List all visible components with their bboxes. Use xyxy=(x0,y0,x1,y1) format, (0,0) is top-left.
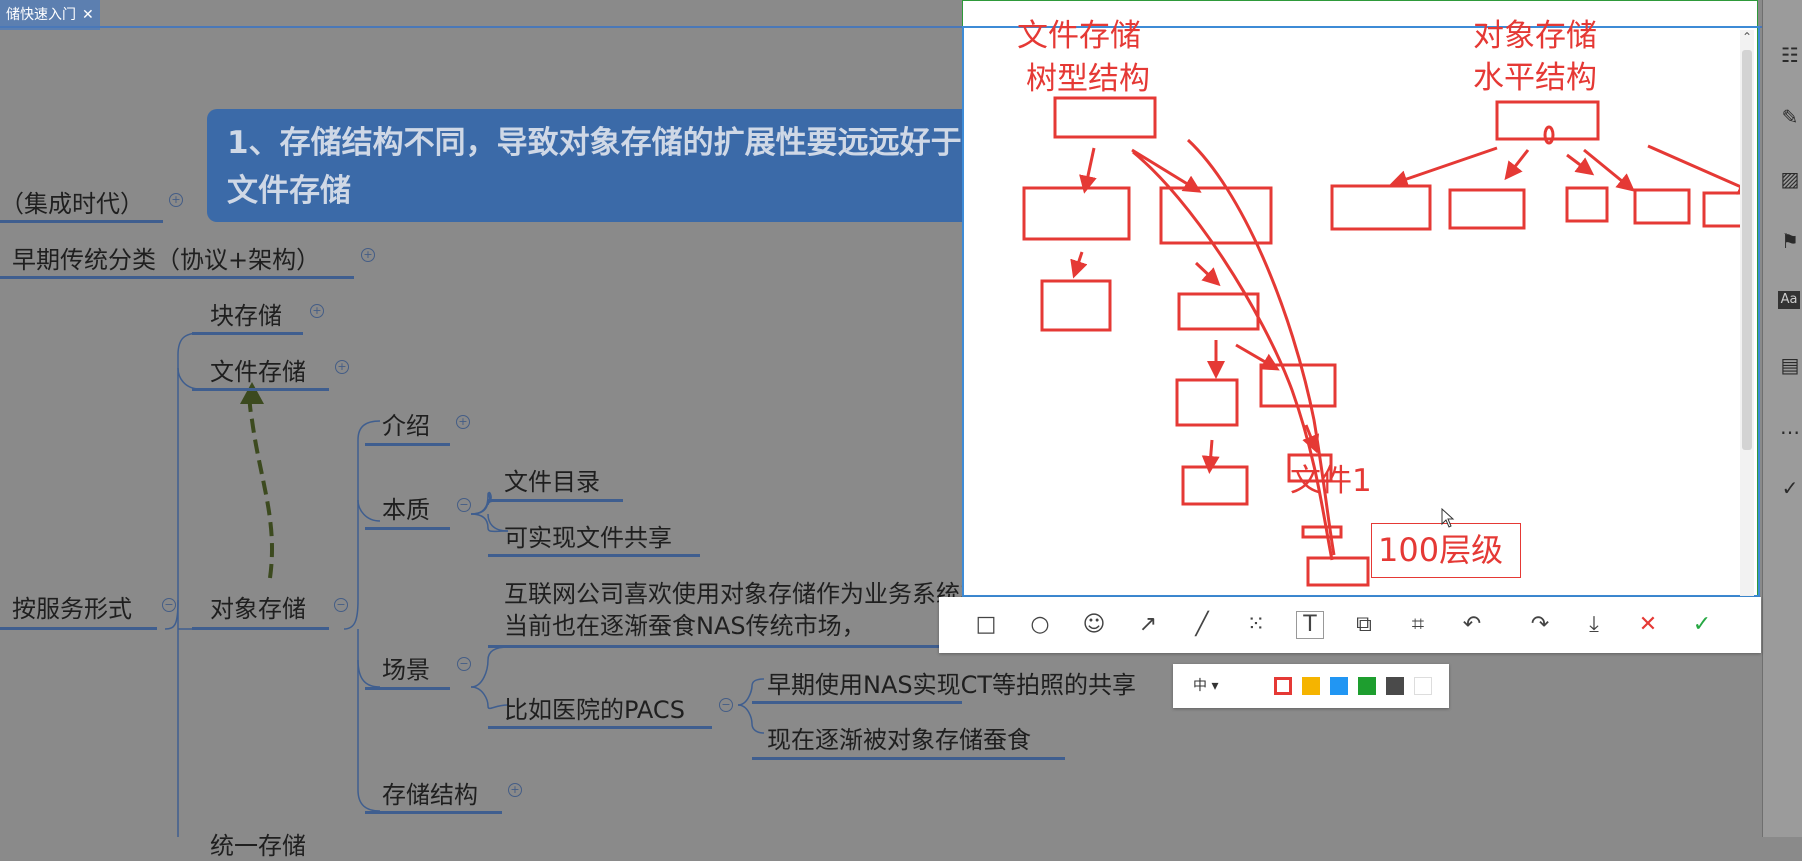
cancel-icon[interactable]: ✕ xyxy=(1635,612,1661,638)
scrollbar-thumb[interactable] xyxy=(1742,50,1752,450)
comment-icon[interactable]: … xyxy=(1778,415,1802,439)
node-integrated-era[interactable]: （集成时代） xyxy=(0,184,144,219)
node-underline xyxy=(365,527,450,530)
node-underline xyxy=(488,645,962,648)
pen-tool-icon[interactable]: ╱ xyxy=(1189,612,1215,638)
collapse-icon[interactable]: − xyxy=(457,498,471,512)
node-unified-storage[interactable]: 统一存储 xyxy=(210,826,306,861)
callout-box[interactable]: 1、存储结构不同，导致对象存储的扩展性要远远好于文件存储 xyxy=(207,109,993,222)
collapse-icon[interactable]: − xyxy=(334,598,348,612)
color-palette: 中 ▾ xyxy=(1173,664,1449,708)
node-intro[interactable]: 介绍 xyxy=(382,406,430,441)
collapse-icon[interactable]: − xyxy=(719,698,733,712)
node-underline xyxy=(488,499,623,502)
annotation-text-box[interactable]: 100层级 xyxy=(1371,523,1521,578)
pin-tool-icon[interactable]: ⧉ xyxy=(1351,612,1377,638)
expand-icon[interactable]: + xyxy=(456,415,470,429)
node-underline xyxy=(192,627,329,630)
format-brush-icon[interactable]: ✎ xyxy=(1778,105,1802,129)
text-tool-icon[interactable]: T xyxy=(1296,611,1324,639)
node-by-service[interactable]: 按服务形式 xyxy=(12,589,132,624)
canvas-scrollbar[interactable]: ⌃ xyxy=(1740,30,1754,596)
node-pacs-early[interactable]: 早期使用NAS实现CT等拍照的共享 xyxy=(767,665,1136,700)
annotation-object-title-2: 水平结构 xyxy=(1473,60,1597,96)
node-essence[interactable]: 本质 xyxy=(382,490,430,525)
font-size-label: 中 xyxy=(1193,678,1207,694)
node-block-storage[interactable]: 块存储 xyxy=(210,296,282,331)
node-underline xyxy=(488,554,700,557)
save-icon[interactable]: ⤓ xyxy=(1581,612,1607,638)
undo-icon[interactable]: ↶ xyxy=(1459,612,1485,638)
annotation-file-title-2: 树型结构 xyxy=(1026,61,1150,97)
clipboard-check-icon[interactable]: ✓ xyxy=(1778,476,1802,500)
ocr-tool-icon[interactable]: ⌗ xyxy=(1405,612,1431,638)
expand-icon[interactable]: + xyxy=(335,360,349,374)
mosaic-tool-icon[interactable]: ⁙ xyxy=(1243,612,1269,638)
color-swatch-gray[interactable] xyxy=(1386,677,1404,695)
node-early-classification[interactable]: 早期传统分类（协议+架构） xyxy=(12,240,320,275)
node-underline xyxy=(752,701,962,704)
scroll-up-icon[interactable]: ⌃ xyxy=(1741,30,1753,44)
collapse-icon[interactable]: − xyxy=(162,598,176,612)
color-swatch-white[interactable] xyxy=(1414,677,1432,695)
node-file-storage[interactable]: 文件存储 xyxy=(210,352,306,387)
arrow-tool-icon[interactable]: ↗ xyxy=(1135,612,1161,638)
redo-icon[interactable]: ↷ xyxy=(1527,612,1553,638)
collapse-icon[interactable]: − xyxy=(457,657,471,671)
mouse-cursor-icon xyxy=(1441,508,1455,528)
document-icon[interactable]: ▤ xyxy=(1778,353,1802,377)
screenshot-toolbar: □ ○ ☺ ↗ ╱ ⁙ T ⧉ ⌗ ↶ ↷ ⤓ ✕ ✓ xyxy=(939,597,1761,653)
expand-icon[interactable]: + xyxy=(169,193,183,207)
node-scene-description-2[interactable]: 当前也在逐渐蚕食NAS传统市场， xyxy=(504,606,866,641)
image-icon[interactable]: ▨ xyxy=(1778,167,1802,191)
annotation-file1-label: 文件1 xyxy=(1290,463,1372,499)
node-file-sharing[interactable]: 可实现文件共享 xyxy=(504,518,672,553)
expand-icon[interactable]: + xyxy=(361,248,375,262)
color-swatch-yellow[interactable] xyxy=(1302,677,1320,695)
color-swatch-red[interactable] xyxy=(1274,677,1292,695)
annotation-file-title-1: 文件存储 xyxy=(1017,18,1141,54)
node-hospital-pacs[interactable]: 比如医院的PACS xyxy=(504,690,685,725)
node-underline xyxy=(365,687,450,690)
emoji-tool-icon[interactable]: ☺ xyxy=(1081,612,1107,638)
node-underline xyxy=(365,443,450,446)
node-file-directory[interactable]: 文件目录 xyxy=(504,462,600,497)
expand-icon[interactable]: + xyxy=(508,783,522,797)
node-underline xyxy=(0,627,157,630)
node-underline xyxy=(192,388,329,391)
callout-text: 1、存储结构不同，导致对象存储的扩展性要远远好于文件存储 xyxy=(227,125,962,209)
annotation-object-title-1: 对象存储 xyxy=(1473,18,1597,54)
expand-icon[interactable]: + xyxy=(310,304,324,318)
node-scene[interactable]: 场景 xyxy=(382,650,430,685)
outline-icon[interactable]: ☷ xyxy=(1778,43,1802,67)
node-storage-structure[interactable]: 存储结构 xyxy=(382,775,478,810)
color-swatch-blue[interactable] xyxy=(1330,677,1348,695)
ellipse-tool-icon[interactable]: ○ xyxy=(1027,612,1053,638)
annotation-levels-label: 100层级 xyxy=(1378,531,1504,569)
font-size-select[interactable]: 中 ▾ xyxy=(1193,676,1245,696)
rectangle-tool-icon[interactable]: □ xyxy=(973,612,999,638)
node-object-storage[interactable]: 对象存储 xyxy=(210,589,306,624)
node-underline xyxy=(488,726,712,729)
chevron-down-icon: ▾ xyxy=(1211,678,1219,694)
node-underline xyxy=(192,332,303,335)
node-pacs-now[interactable]: 现在逐渐被对象存储蚕食 xyxy=(767,720,1031,755)
confirm-icon[interactable]: ✓ xyxy=(1689,612,1715,638)
color-swatch-green[interactable] xyxy=(1358,677,1376,695)
node-underline xyxy=(365,811,502,814)
node-underline xyxy=(752,757,1065,760)
node-underline xyxy=(0,276,354,279)
node-underline xyxy=(0,220,163,223)
font-icon[interactable]: Aa xyxy=(1778,291,1800,309)
flag-icon[interactable]: ⚑ xyxy=(1778,229,1802,253)
